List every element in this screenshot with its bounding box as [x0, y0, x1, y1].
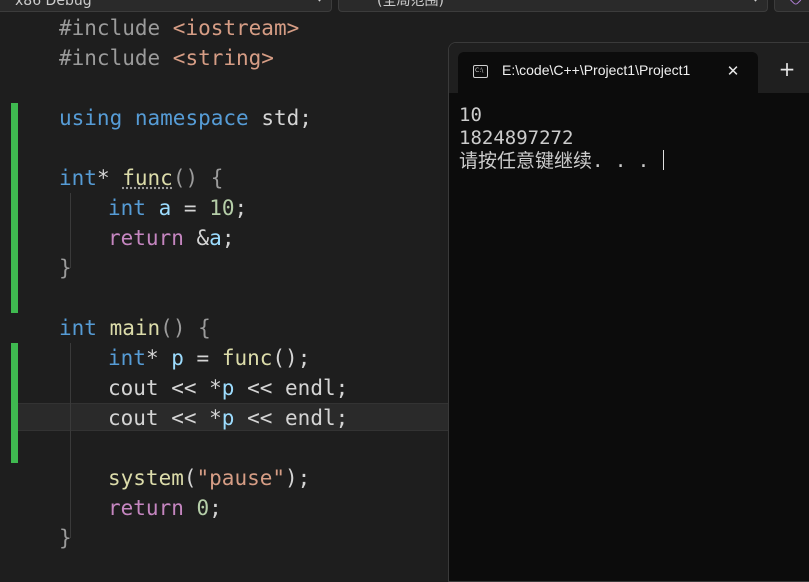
change-marker	[11, 103, 18, 313]
console-titlebar: C:\ E:\code\C++\Project1\Project1 ✕ +	[449, 43, 809, 93]
code-line-1: #include <iostream>	[59, 16, 300, 40]
code-line-2: #include <string>	[59, 46, 274, 70]
code-line-5: int a = 10;	[108, 196, 248, 220]
member-dropdown[interactable]	[774, 0, 809, 12]
text-cursor	[662, 150, 665, 170]
chevron-down-icon	[750, 0, 761, 2]
code-line-8: int main() {	[59, 316, 211, 340]
console-tab[interactable]: C:\ E:\code\C++\Project1\Project1 ✕	[458, 52, 758, 93]
change-marker	[11, 343, 18, 463]
code-line-13: return 0;	[108, 496, 222, 520]
code-line-11: cout << *p << endl;	[108, 406, 349, 430]
console-tab-title: E:\code\C++\Project1\Project1	[502, 62, 691, 78]
close-icon[interactable]: ✕	[724, 62, 742, 80]
code-line-9: int* p = func();	[108, 346, 311, 370]
toolbar: x86 Debug (全局范围)	[0, 0, 809, 13]
code-line-14: }	[59, 526, 72, 550]
console-window[interactable]: C:\ E:\code\C++\Project1\Project1 ✕ + 10…	[448, 42, 809, 582]
solution-config-label: x86 Debug	[15, 0, 92, 9]
code-line-7: }	[59, 256, 72, 280]
indent-guide	[70, 343, 71, 538]
console-output-line-1: 10	[459, 104, 482, 126]
code-line-10: cout << *p << endl;	[108, 376, 349, 400]
console-output-line-3: 请按任意键继续. . .	[459, 150, 665, 172]
new-tab-icon[interactable]: +	[777, 59, 797, 79]
code-line-4: int* func() {	[59, 166, 224, 190]
code-line-12: system("pause");	[108, 466, 311, 490]
terminal-icon: C:\	[473, 65, 488, 78]
console-output-line-2: 1824897272	[459, 127, 574, 149]
code-line-3: using namespace std;	[59, 106, 312, 130]
solution-config-dropdown[interactable]: x86 Debug	[0, 0, 332, 12]
chevron-down-icon	[314, 0, 325, 2]
scope-label: (全局范围)	[377, 0, 444, 9]
cube-icon	[787, 0, 803, 6]
scope-dropdown[interactable]: (全局范围)	[338, 0, 768, 12]
code-line-6: return &a;	[108, 226, 235, 250]
